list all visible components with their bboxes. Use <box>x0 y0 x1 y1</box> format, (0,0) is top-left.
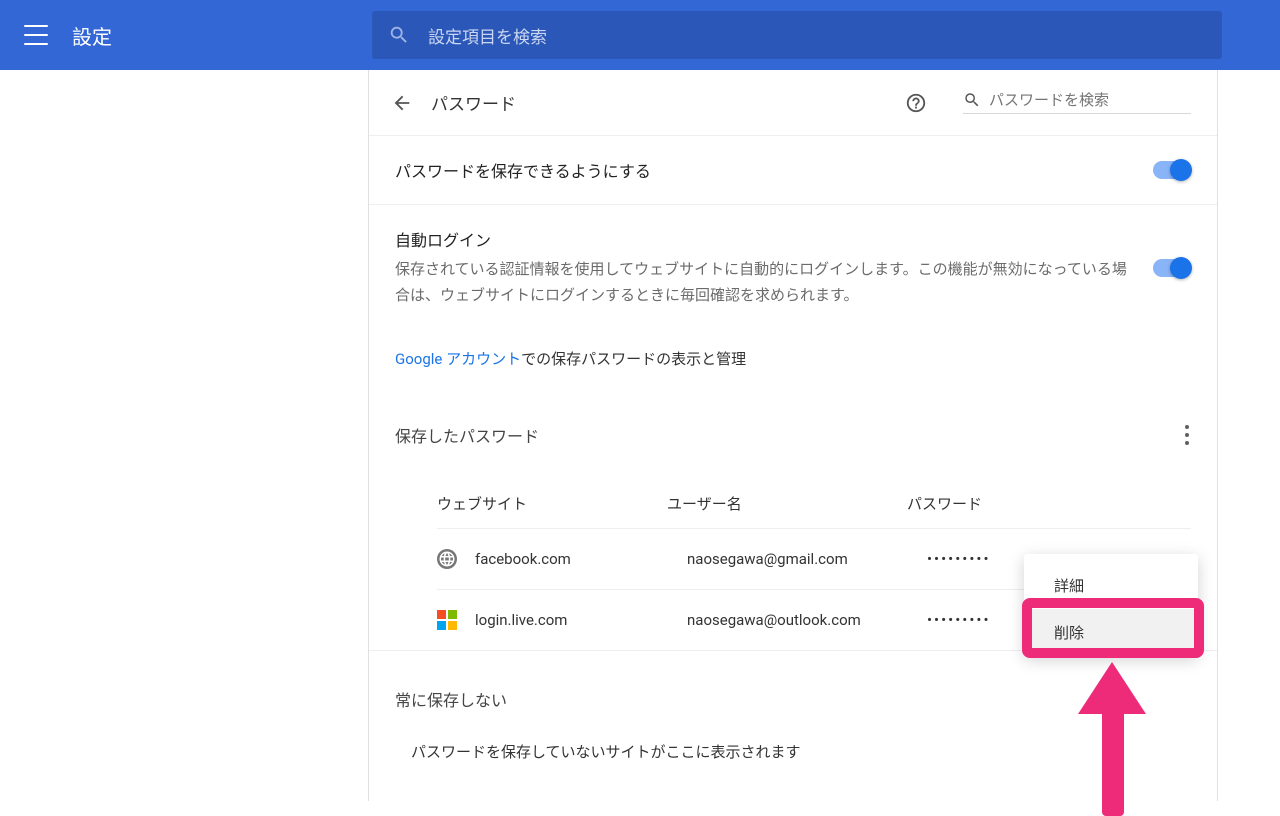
save-passwords-label: パスワードを保存できるようにする <box>395 158 1133 182</box>
row-site: login.live.com <box>475 611 687 629</box>
settings-content: パスワード パスワードを保存できるようにする 自動ログイン 保存されている認証情… <box>368 70 1218 801</box>
app-title: 設定 <box>72 21 112 50</box>
menu-item-delete[interactable]: 削除 <box>1024 609 1198 656</box>
google-account-link-row: Google アカウントでの保存パスワードの表示と管理 <box>369 330 1217 393</box>
auto-signin-label: 自動ログイン <box>395 227 1133 251</box>
menu-item-details[interactable]: 詳細 <box>1024 562 1198 609</box>
google-account-link[interactable]: Google アカウント <box>395 350 521 368</box>
menu-icon[interactable] <box>24 25 48 45</box>
saved-passwords-title: 保存したパスワード <box>395 423 1179 447</box>
globe-icon <box>437 549 457 569</box>
row-user: naosegawa@outlook.com <box>687 611 927 629</box>
row-context-menu: 詳細 削除 <box>1024 554 1198 656</box>
save-passwords-row: パスワードを保存できるようにする <box>369 135 1217 204</box>
saved-passwords-more-icon[interactable] <box>1179 419 1191 451</box>
global-search[interactable]: 設定項目を検索 <box>372 11 1222 59</box>
page-title: パスワード <box>431 90 516 115</box>
never-save-empty-text: パスワードを保存していないサイトがここに表示されます <box>369 711 1217 762</box>
auto-signin-row: 自動ログイン 保存されている認証情報を使用してウェブサイトに自動的にログインしま… <box>369 204 1217 330</box>
row-site: facebook.com <box>475 550 687 568</box>
auto-signin-toggle[interactable] <box>1153 259 1191 277</box>
microsoft-icon <box>437 610 457 630</box>
save-passwords-toggle[interactable] <box>1153 161 1191 179</box>
search-icon <box>963 91 981 109</box>
auto-signin-desc: 保存されている認証情報を使用してウェブサイトに自動的にログインします。この機能が… <box>395 257 1133 308</box>
row-user: naosegawa@gmail.com <box>687 550 927 568</box>
help-icon[interactable] <box>905 92 927 114</box>
back-arrow-icon[interactable] <box>391 92 413 114</box>
page-header: パスワード <box>369 70 1217 135</box>
col-site: ウェブサイト <box>437 493 667 514</box>
never-save-title: 常に保存しない <box>395 687 1191 711</box>
search-icon <box>388 24 410 46</box>
col-user: ユーザー名 <box>667 493 907 514</box>
col-password: パスワード <box>907 493 1067 514</box>
google-account-suffix: での保存パスワードの表示と管理 <box>521 350 746 368</box>
password-table-header: ウェブサイト ユーザー名 パスワード <box>437 479 1191 528</box>
password-search-input[interactable] <box>989 92 1179 109</box>
password-search[interactable] <box>963 91 1191 114</box>
global-search-placeholder: 設定項目を検索 <box>428 23 547 48</box>
never-save-section: 常に保存しない <box>369 650 1217 711</box>
top-toolbar: 設定 設定項目を検索 <box>0 0 1280 70</box>
